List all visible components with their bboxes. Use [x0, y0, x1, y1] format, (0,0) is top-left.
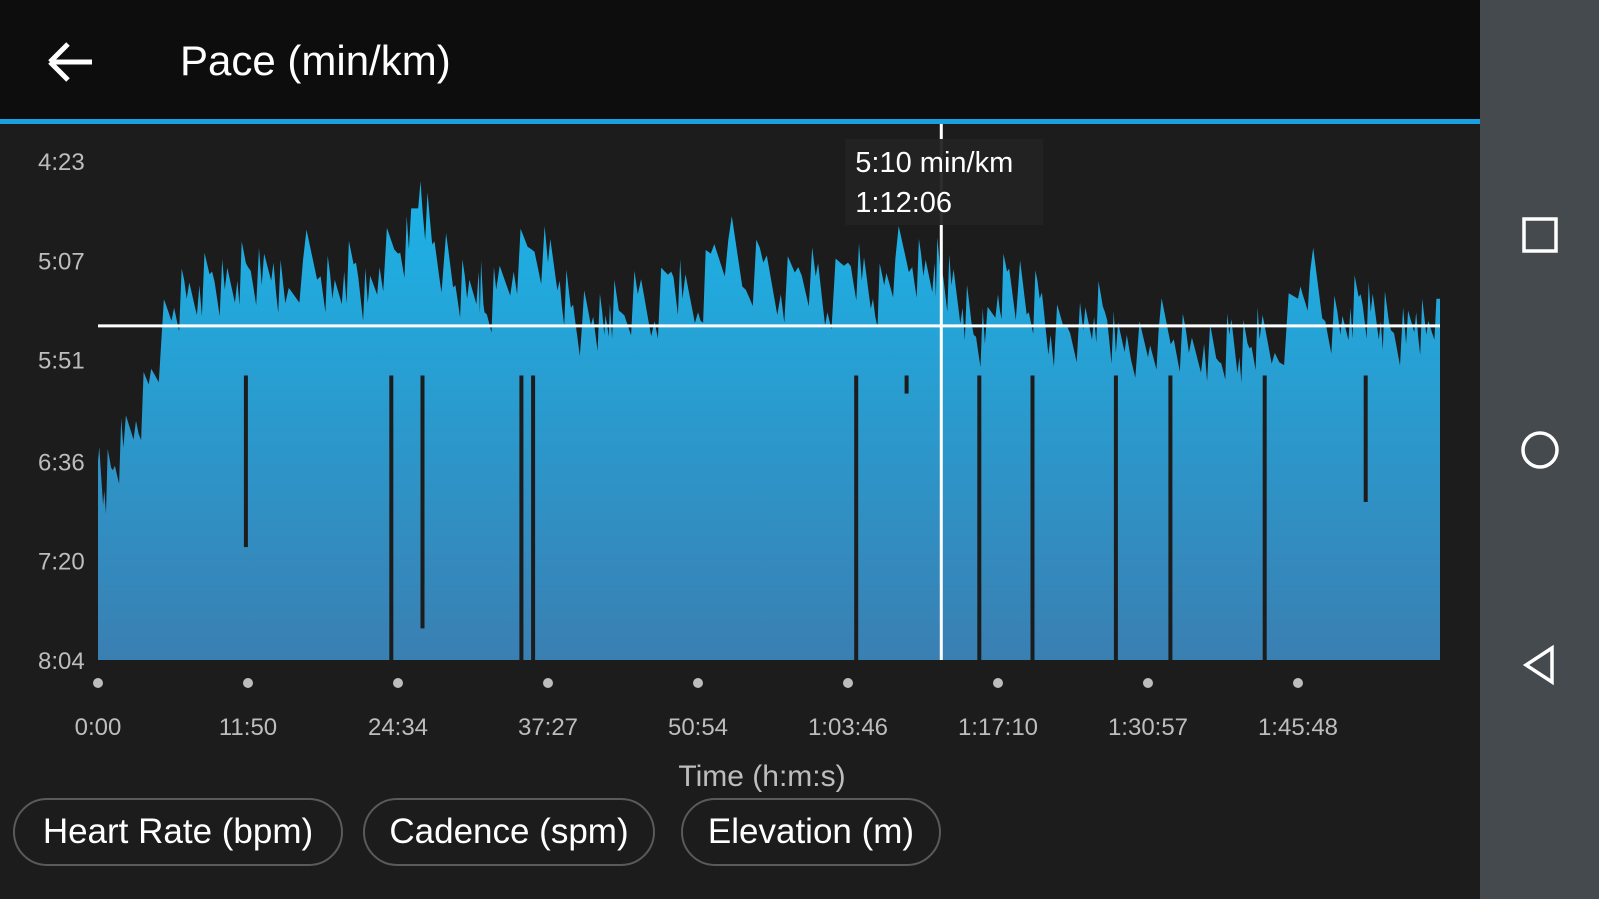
x-tick-label: 1:45:48 — [1258, 714, 1338, 741]
circle-icon — [1520, 431, 1559, 469]
tooltip-value: 5:10 min/km — [855, 147, 1013, 179]
pace-dip — [531, 375, 536, 660]
y-tick-label: 7:20 — [38, 549, 85, 576]
x-axis: 0:00 11:50 24:34 37:27 50:54 1:03:46 1:17:10 1:… — [75, 678, 1338, 741]
pace-dip — [904, 375, 909, 394]
app-bar: Pace (min/km) — [0, 0, 1480, 120]
x-tick-label: 37:27 — [518, 714, 578, 741]
x-tick-dot — [393, 678, 403, 688]
pace-dip — [1363, 375, 1368, 502]
system-nav-bar — [1480, 0, 1599, 899]
x-axis-title: Time (h:m:s) — [678, 760, 845, 793]
heart-rate-chip[interactable]: Heart Rate (bpm) — [13, 798, 343, 866]
pace-dip — [854, 375, 859, 660]
x-tick-label: 11:50 — [219, 714, 277, 741]
pace-dip — [420, 375, 425, 629]
back-nav-button[interactable] — [1480, 620, 1599, 710]
y-tick-label: 5:51 — [38, 348, 85, 375]
pace-dip — [1262, 375, 1267, 660]
pace-dip — [977, 375, 982, 660]
page-title: Pace (min/km) — [180, 37, 451, 84]
elevation-chip[interactable]: Elevation (m) — [681, 798, 941, 866]
x-tick-label: 1:30:57 — [1108, 714, 1188, 741]
recents-button[interactable] — [1480, 190, 1599, 280]
x-tick-dot — [993, 678, 1003, 688]
x-tick-dot — [543, 678, 553, 688]
x-tick-dot — [693, 678, 703, 688]
pace-chart[interactable]: 4:23 5:07 5:51 6:36 7:20 8:04 5:10 min/km 1:1… — [0, 124, 1480, 804]
tooltip-time: 1:12:06 — [855, 187, 952, 219]
x-tick-dot — [93, 678, 103, 688]
x-tick-label: 0:00 — [75, 714, 122, 741]
arrow-left-icon — [48, 42, 92, 82]
x-tick-dot — [243, 678, 253, 688]
pace-dip — [389, 375, 394, 660]
y-tick-label: 8:04 — [38, 648, 85, 675]
pace-dip — [243, 375, 248, 548]
x-tick-dot — [843, 678, 853, 688]
back-button[interactable] — [40, 32, 100, 92]
y-axis: 4:23 5:07 5:51 6:36 7:20 8:04 — [38, 149, 85, 675]
cadence-chip[interactable]: Cadence (spm) — [363, 798, 655, 866]
x-tick-label: 1:17:10 — [958, 714, 1038, 741]
home-button[interactable] — [1480, 405, 1599, 495]
pace-dip — [1030, 375, 1035, 660]
pace-dip — [1113, 375, 1118, 660]
y-tick-label: 6:36 — [38, 449, 85, 476]
pace-dip — [1168, 375, 1173, 660]
pace-area-series — [98, 181, 1440, 661]
chart-panel: 4:23 5:07 5:51 6:36 7:20 8:04 5:10 min/km 1:1… — [0, 124, 1480, 899]
y-tick-label: 4:23 — [38, 149, 85, 176]
y-tick-label: 5:07 — [38, 248, 85, 275]
x-tick-dot — [1143, 678, 1153, 688]
x-tick-label: 50:54 — [668, 714, 728, 741]
x-tick-dot — [1293, 678, 1303, 688]
x-tick-label: 1:03:46 — [808, 714, 888, 741]
square-icon — [1521, 217, 1558, 253]
x-tick-label: 24:34 — [368, 714, 428, 741]
pace-dip — [519, 375, 524, 660]
triangle-back-icon — [1522, 644, 1554, 686]
